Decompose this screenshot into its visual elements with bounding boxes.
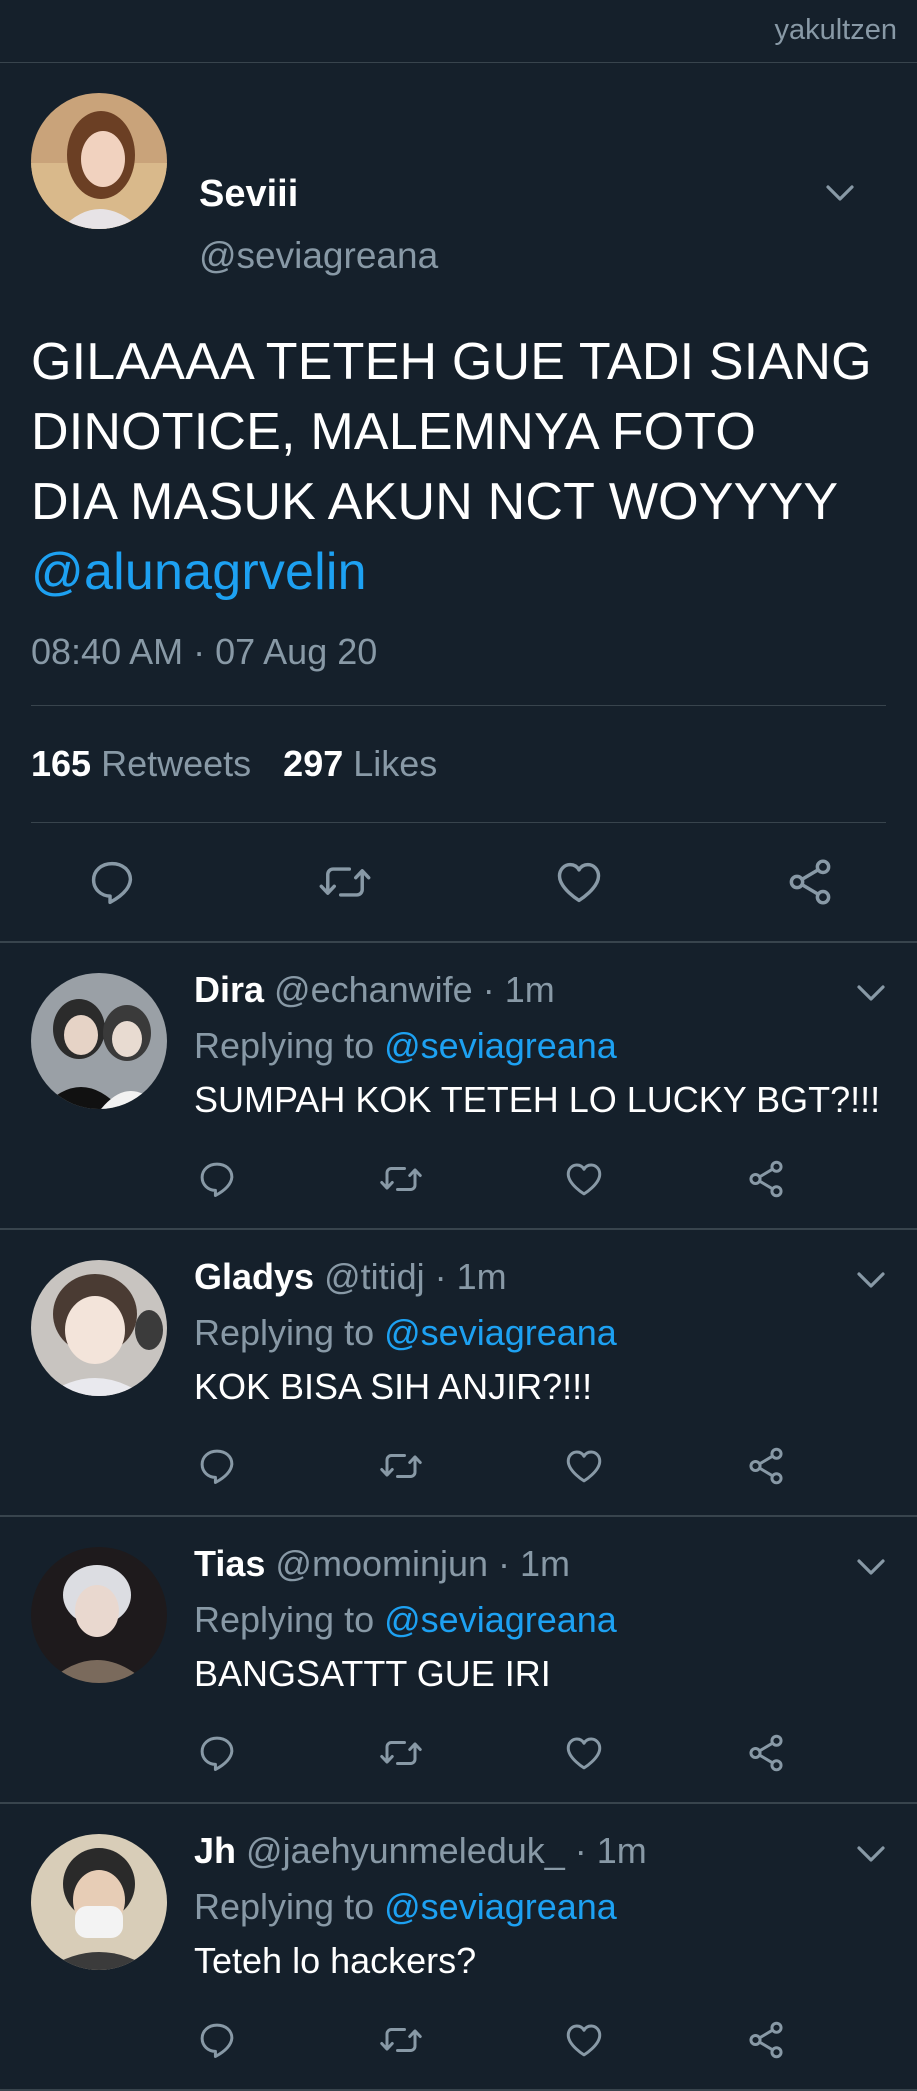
time-ago: · 1m [574, 1830, 647, 1871]
chevron-down-icon[interactable] [853, 975, 889, 1011]
replying-to: Replying to @seviagreana [194, 1312, 617, 1354]
chevron-down-icon[interactable] [853, 1262, 889, 1298]
time-ago: · 1m [498, 1543, 571, 1584]
reply-text: BANGSATTT GUE IRI [194, 1653, 551, 1694]
replying-to: Replying to @seviagreana [194, 1886, 617, 1928]
reply-header: Jh @jaehyunmeleduk_ · 1m [194, 1830, 647, 1872]
user-handle[interactable]: @titidj [324, 1256, 425, 1297]
tweet-text-line: GILAAAA TETEH GUE TADI SIANG [31, 333, 872, 391]
share-icon[interactable] [745, 2019, 787, 2061]
reply-item[interactable]: Dira @echanwife · 1m Replying to @seviag… [0, 943, 917, 1230]
retweet-icon[interactable] [378, 1445, 424, 1487]
reply-text: KOK BISA SIH ANJIR?!!! [194, 1366, 593, 1407]
user-handle[interactable]: @moominjun [275, 1543, 488, 1584]
replying-to: Replying to @seviagreana [194, 1599, 617, 1641]
reply-actions [196, 1732, 787, 1774]
reply-icon[interactable] [196, 1158, 238, 1200]
tweet-text-line: DINOTICE, MALEMNYA FOTO [31, 403, 756, 461]
reply-actions [196, 1445, 787, 1487]
time-ago: · 1m [482, 969, 555, 1010]
likes-label: Likes [353, 743, 438, 784]
like-icon[interactable] [563, 1158, 605, 1200]
share-icon[interactable] [745, 1732, 787, 1774]
reply-header: Gladys @titidj · 1m [194, 1256, 507, 1298]
reply-icon[interactable] [86, 856, 138, 908]
likes-stat[interactable]: 297 Likes [283, 743, 437, 785]
retweet-icon[interactable] [317, 856, 373, 908]
tweet-actions [31, 823, 886, 941]
share-icon[interactable] [745, 1158, 787, 1200]
mention-link[interactable]: @alunagrvelin [31, 537, 886, 607]
tweet-stats: 165 Retweets 297 Likes [31, 706, 886, 822]
reply-icon[interactable] [196, 1445, 238, 1487]
reply-item[interactable]: Gladys @titidj · 1m Replying to @seviagr… [0, 1230, 917, 1517]
mention-link[interactable]: @seviagreana [384, 1312, 617, 1353]
retweets-stat[interactable]: 165 Retweets [31, 743, 251, 785]
retweet-icon[interactable] [378, 1158, 424, 1200]
retweets-label: Retweets [101, 743, 252, 784]
user-handle[interactable]: @seviagreana [199, 235, 438, 277]
reply-text: Teteh lo hackers? [194, 1940, 477, 1981]
timestamp[interactable]: 08:40 AM · 07 Aug 20 [31, 631, 886, 673]
reply-icon[interactable] [196, 1732, 238, 1774]
mention-link[interactable]: @seviagreana [384, 1599, 617, 1640]
chevron-down-icon[interactable] [853, 1836, 889, 1872]
replying-label: Replying to [194, 1312, 375, 1353]
avatar[interactable] [31, 93, 167, 229]
avatar[interactable] [31, 1547, 167, 1683]
reply-actions [196, 1158, 787, 1200]
replying-label: Replying to [194, 1886, 375, 1927]
like-icon[interactable] [563, 2019, 605, 2061]
mention-link[interactable]: @seviagreana [384, 1886, 617, 1927]
retweets-count: 165 [31, 743, 92, 784]
avatar[interactable] [31, 1260, 167, 1396]
tweet-text-line: DIA MASUK AKUN NCT WOYYYY [31, 473, 839, 531]
watermark: yakultzen [774, 14, 897, 46]
replying-label: Replying to [194, 1599, 375, 1640]
like-icon[interactable] [563, 1732, 605, 1774]
likes-count: 297 [283, 743, 344, 784]
reply-text: SUMPAH KOK TETEH LO LUCKY BGT?!!! [194, 1079, 881, 1120]
chevron-down-icon[interactable] [853, 1549, 889, 1585]
tweet-text: GILAAAA TETEH GUE TADI SIANG DINOTICE, M… [31, 327, 886, 607]
avatar[interactable] [31, 1834, 167, 1970]
time-ago: · 1m [434, 1256, 507, 1297]
reply-icon[interactable] [196, 2019, 238, 2061]
reply-actions [196, 2019, 787, 2061]
display-name[interactable]: Seviii [199, 173, 298, 216]
like-icon[interactable] [563, 1445, 605, 1487]
display-name[interactable]: Gladys [194, 1256, 314, 1297]
reply-header: Tias @moominjun · 1m [194, 1543, 570, 1585]
replying-to: Replying to @seviagreana [194, 1025, 617, 1067]
avatar[interactable] [31, 973, 167, 1109]
display-name[interactable]: Tias [194, 1543, 265, 1584]
display-name[interactable]: Dira [194, 969, 264, 1010]
top-bar: yakultzen [0, 0, 917, 63]
user-handle[interactable]: @echanwife [274, 969, 473, 1010]
user-handle[interactable]: @jaehyunmeleduk_ [246, 1830, 565, 1871]
share-icon[interactable] [784, 856, 836, 908]
mention-link[interactable]: @seviagreana [384, 1025, 617, 1066]
reply-header: Dira @echanwife · 1m [194, 969, 555, 1011]
replying-label: Replying to [194, 1025, 375, 1066]
like-icon[interactable] [553, 856, 605, 908]
reply-item[interactable]: Tias @moominjun · 1m Replying to @seviag… [0, 1517, 917, 1804]
retweet-icon[interactable] [378, 1732, 424, 1774]
share-icon[interactable] [745, 1445, 787, 1487]
display-name[interactable]: Jh [194, 1830, 236, 1871]
main-tweet: Seviii @seviagreana GILAAAA TETEH GUE TA… [0, 63, 917, 941]
chevron-down-icon[interactable] [822, 175, 858, 211]
retweet-icon[interactable] [378, 2019, 424, 2061]
